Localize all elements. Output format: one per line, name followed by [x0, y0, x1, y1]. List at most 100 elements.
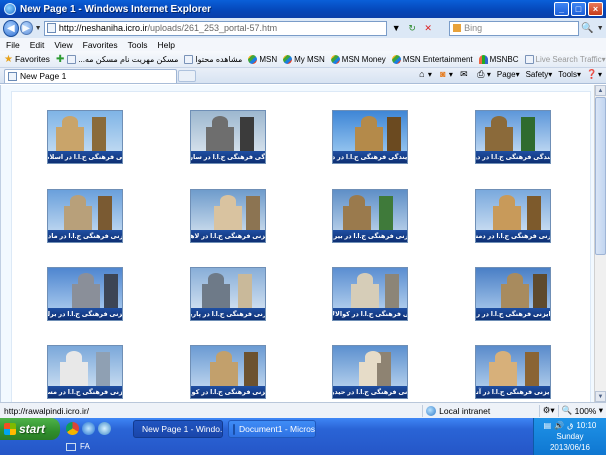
- ie-icon: [4, 3, 16, 15]
- portal-tile-link[interactable]: رایزنی فرهنگی ج.ا.ا در پاریس: [190, 267, 266, 321]
- favorite-link[interactable]: MSN: [248, 54, 277, 64]
- page-icon: [184, 54, 194, 64]
- quick-launch: [66, 422, 111, 435]
- security-zone[interactable]: Local intranet: [422, 404, 539, 417]
- favorite-link[interactable]: MSN Entertainment: [391, 54, 473, 64]
- maximize-button[interactable]: □: [571, 2, 586, 16]
- tile-caption: نمایندگی فرهنگی ج.ا.ا در داکا: [333, 151, 407, 163]
- add-favorite-icon[interactable]: ✚: [56, 53, 64, 65]
- menu-file[interactable]: File: [6, 40, 20, 50]
- portal-tile-link[interactable]: رایزنی فرهنگی ج.ا.ا در مسکو: [47, 345, 123, 399]
- tile-caption: رایزنی فرهنگی ج.ا.ا در مادرید: [48, 230, 122, 242]
- favorites-button[interactable]: Favorites: [15, 54, 50, 64]
- favorite-link[interactable]: ...مسکن مهریت نام مسکن مه: [67, 54, 178, 64]
- tile-tower: [96, 352, 110, 386]
- help-button[interactable]: ❓ ▾: [586, 69, 602, 79]
- zoom-level: 100%: [574, 405, 597, 416]
- system-tray: ▤ 🔊 ق 10:10 Sunday 2013/06/16: [533, 418, 606, 455]
- minimize-button[interactable]: _: [554, 2, 569, 16]
- portal-tile-link[interactable]: نمایندگی فرهنگی ج.ا.ا در ساراژیوو: [190, 110, 266, 164]
- portal-tile-link[interactable]: رایزنی فرهنگی ج.ا.ا در کوالالامپور: [332, 267, 408, 321]
- tile-caption: رایزنی فرهنگی ج.ا.ا در کویت: [191, 386, 265, 398]
- menu-view[interactable]: View: [54, 40, 72, 50]
- forward-button[interactable]: ▶: [19, 21, 33, 35]
- favorite-link[interactable]: Live Search Traffic ▾: [524, 54, 606, 64]
- protected-mode[interactable]: ⚙ ▾: [538, 404, 558, 417]
- scroll-up-icon[interactable]: ▲: [595, 85, 606, 96]
- dropdown-icon: ▾: [601, 54, 606, 64]
- scroll-down-icon[interactable]: ▼: [595, 391, 606, 402]
- address-bar[interactable]: http://neshaniha.icro.ir /uploads/261_25…: [43, 20, 388, 36]
- favorite-link[interactable]: My MSN: [283, 54, 325, 64]
- search-options-icon[interactable]: ▼: [597, 25, 604, 32]
- portal-tile-link[interactable]: رایزنی فرهنگی ج.ا.ا در مادرید: [47, 189, 123, 243]
- search-icon[interactable]: 🔍: [580, 21, 595, 36]
- search-input[interactable]: Bing: [449, 20, 580, 36]
- language-indicator[interactable]: FA: [66, 442, 90, 451]
- portal-tile-link[interactable]: رایزنی فرهنگی ج.ا.ا در کویت: [190, 345, 266, 399]
- portal-tile-link[interactable]: نمایندگی فرهنگی ج.ا.ا در دوحه: [475, 110, 551, 164]
- portal-tile-link[interactable]: رایزنی فرهنگی ج.ا.ا در لاهور: [190, 189, 266, 243]
- feeds-icon: ◙: [440, 69, 446, 79]
- favorite-link[interactable]: مشاهده محتوا: [184, 54, 242, 64]
- menu-help[interactable]: Help: [157, 40, 174, 50]
- speaker-icon[interactable]: 🔊: [554, 420, 564, 431]
- vertical-scrollbar[interactable]: ▲ ▼: [594, 85, 606, 402]
- home-button[interactable]: ⌂ ▾: [417, 69, 432, 79]
- back-button[interactable]: ◀: [3, 19, 19, 37]
- clock-day: Sunday: [556, 432, 584, 441]
- new-tab-button[interactable]: [178, 69, 196, 82]
- tools-menu[interactable]: Tools ▾: [558, 70, 581, 79]
- menu-bar: File Edit View Favorites Tools Help: [0, 38, 606, 51]
- start-button[interactable]: start: [0, 418, 60, 440]
- tile-caption: نمایندگی فرهنگی ج.ا.ا در ساراژیوو: [191, 151, 265, 163]
- portal-tile-link[interactable]: رایزنی فرهنگی ج.ا.ا در اسلام آباد: [47, 110, 123, 164]
- history-dropdown-icon[interactable]: ▼: [35, 25, 42, 32]
- favorites-bar: ★ Favorites ✚ ...مسکن مهریت نام مسکن مه م…: [0, 51, 606, 68]
- favorite-link[interactable]: MSN Money: [330, 54, 386, 64]
- scroll-thumb[interactable]: [595, 97, 606, 255]
- tile-building: [60, 362, 88, 386]
- task-label: Document1 - Microsof...: [239, 424, 316, 434]
- media-player-icon[interactable]: [98, 422, 111, 435]
- read-mail-button[interactable]: ✉: [459, 69, 470, 79]
- portal-tile-link[interactable]: رایزنی فرهنگی ج.ا.ا در حیدرآباد: [332, 345, 408, 399]
- refresh-icon[interactable]: ↻: [405, 21, 419, 35]
- portal-tile-link[interactable]: رایزنی فرهنگی ج.ا.ا در برلین: [47, 267, 123, 321]
- network-icon[interactable]: ▤: [544, 420, 552, 431]
- portal-tile-link[interactable]: رایزنی فرهنگی ج.ا.ا در دمشق: [475, 189, 551, 243]
- favorite-label: MSN Money: [341, 54, 386, 64]
- page-menu[interactable]: Page ▾: [497, 70, 520, 79]
- ie-quicklaunch-icon[interactable]: [82, 422, 95, 435]
- close-button[interactable]: ×: [588, 2, 603, 16]
- portal-tile-link[interactable]: رایزنی فرهنگی ج.ا.ا در بیروت: [332, 189, 408, 243]
- clock-time[interactable]: 10:10: [576, 420, 596, 431]
- zoom-control[interactable]: 🔍 100% ▾: [557, 404, 606, 417]
- feeds-button[interactable]: ◙ ▾: [438, 69, 453, 79]
- portal-tile-link[interactable]: رایزنی فرهنگی ج.ا.ا در آتن: [475, 345, 551, 399]
- stop-icon[interactable]: ✕: [421, 21, 435, 35]
- tile-building: [485, 127, 513, 151]
- portal-tile-link[interactable]: رایزنی فرهنگی ج.ا.ا در رم: [475, 267, 551, 321]
- tools-menu-label: Tools: [558, 69, 577, 79]
- taskbar-item-ie[interactable]: New Page 1 - Windo...: [133, 420, 223, 438]
- tab-new-page-1[interactable]: New Page 1: [4, 68, 177, 83]
- taskbar-item-word[interactable]: Document1 - Microsof...: [228, 420, 316, 438]
- menu-favorites[interactable]: Favorites: [83, 40, 118, 50]
- menu-tools[interactable]: Tools: [128, 40, 148, 50]
- title-bar: New Page 1 - Windows Internet Explorer _…: [0, 0, 606, 18]
- task-label: New Page 1 - Windo...: [142, 424, 223, 434]
- chrome-icon[interactable]: [66, 422, 79, 435]
- address-dropdown-icon[interactable]: ▼: [389, 21, 403, 35]
- msn-icon: [330, 54, 340, 64]
- safety-menu[interactable]: Safety ▾: [526, 70, 553, 79]
- favorite-link[interactable]: MSNBC: [478, 54, 519, 64]
- favorites-star-icon[interactable]: ★: [4, 54, 13, 65]
- bing-icon: [453, 24, 462, 32]
- tile-tower: [385, 274, 399, 308]
- portal-tile-link[interactable]: نمایندگی فرهنگی ج.ا.ا در داکا: [332, 110, 408, 164]
- tray-language[interactable]: ق: [567, 420, 573, 431]
- menu-edit[interactable]: Edit: [30, 40, 45, 50]
- page-content: رایزنی فرهنگی ج.ا.ا در اسلام آباد نمایندگ…: [0, 85, 594, 402]
- print-button[interactable]: ⎙ ▾: [476, 69, 491, 79]
